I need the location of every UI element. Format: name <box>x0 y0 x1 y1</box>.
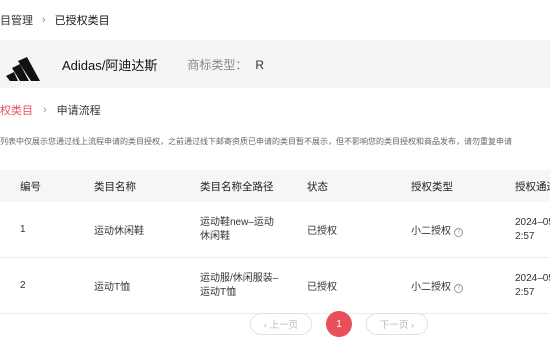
prev-page-button[interactable]: ‹ 上一页 <box>250 313 312 335</box>
header-auth-time: 授权通过 <box>515 180 550 193</box>
trademark-type-label: 商标类型： R <box>187 56 264 73</box>
cell-auth-type-text: 小二授权 <box>411 282 451 293</box>
cell-path-line2: 休闲鞋 <box>200 230 230 242</box>
brand-name: Adidas/阿迪达斯 <box>62 57 158 73</box>
cell-auth-type-text: 小二授权 <box>411 226 451 237</box>
breadcrumb: 目管理 › 已授权类目 <box>0 0 550 40</box>
cell-path-line1: 运动服/休闲服装– <box>200 272 279 284</box>
cell-category-path: 运动服/休闲服装– 运动T恤 <box>200 272 307 300</box>
breadcrumb-current: 已授权类目 <box>54 15 110 27</box>
header-auth-type: 授权类型 <box>411 180 453 193</box>
cell-category-name: 运动T恤 <box>94 282 131 293</box>
breadcrumb-parent-link[interactable]: 目管理 <box>0 12 33 28</box>
cell-id: 2 <box>20 280 26 291</box>
cell-time-line1: 2024–05 <box>515 272 550 284</box>
adidas-logo <box>6 47 50 81</box>
cell-time-line2: 2:57 <box>515 286 535 298</box>
next-page-button[interactable]: 下一页 › <box>366 313 428 335</box>
cell-category-name: 运动休闲鞋 <box>94 226 144 237</box>
cell-category-path: 运动鞋new–运动 休闲鞋 <box>200 216 307 244</box>
breadcrumb-separator: › <box>42 14 46 26</box>
table-row: 2 运动T恤 运动服/休闲服装– 运动T恤 已授权 小二授权? 2024–05 … <box>0 258 550 314</box>
cell-id: 1 <box>20 224 26 235</box>
cell-status: 已授权 <box>307 282 337 293</box>
pagination: ‹ 上一页 1 下一页 › <box>0 311 550 337</box>
cell-time-line2: 2:57 <box>515 230 535 242</box>
header-category-path: 类目名称全路径 <box>200 180 274 193</box>
brand-info-bar: Adidas/阿迪达斯 商标类型： R <box>0 40 550 88</box>
cell-auth-time: 2024–05 2:57 <box>515 272 550 300</box>
question-circle-icon[interactable]: ? <box>454 228 463 237</box>
cell-time-line1: 2024–05 <box>515 216 550 228</box>
tab-authorized-categories[interactable]: 权类目 <box>0 102 33 118</box>
tab-application-process[interactable]: 申请流程 <box>57 102 101 118</box>
header-category-name: 类目名称 <box>94 180 136 193</box>
cell-auth-type: 小二授权? <box>411 278 515 293</box>
tab-separator: › <box>43 104 47 116</box>
trademark-type-value: R <box>255 57 265 72</box>
tabs: 权类目 › 申请流程 <box>0 98 550 122</box>
trademark-type-label-text: 商标类型： <box>187 57 248 72</box>
table-header: 编号 类目名称 类目名称全路径 状态 授权类型 授权通过 <box>0 170 550 202</box>
cell-path-line2: 运动T恤 <box>200 286 237 298</box>
page-number-current[interactable]: 1 <box>326 311 352 337</box>
cell-path-line1: 运动鞋new–运动 <box>200 216 274 228</box>
notice-text: 列表中仅展示您通过线上流程申请的类目授权，之前通过线下邮寄资质已申请的类目暂不展… <box>0 137 512 146</box>
question-circle-icon[interactable]: ? <box>454 284 463 293</box>
cell-auth-time: 2024–05 2:57 <box>515 216 550 244</box>
page: 目管理 › 已授权类目 Adidas/阿迪达斯 商标类型： R 权类目 › 申请流… <box>0 0 550 341</box>
table-row: 1 运动休闲鞋 运动鞋new–运动 休闲鞋 已授权 小二授权? 2024–05 … <box>0 202 550 258</box>
authorized-categories-table: 编号 类目名称 类目名称全路径 状态 授权类型 授权通过 1 运动休闲鞋 运动鞋… <box>0 170 550 314</box>
cell-auth-type: 小二授权? <box>411 222 515 237</box>
cell-status: 已授权 <box>307 226 337 237</box>
header-status: 状态 <box>307 180 328 193</box>
header-id: 编号 <box>20 180 41 193</box>
